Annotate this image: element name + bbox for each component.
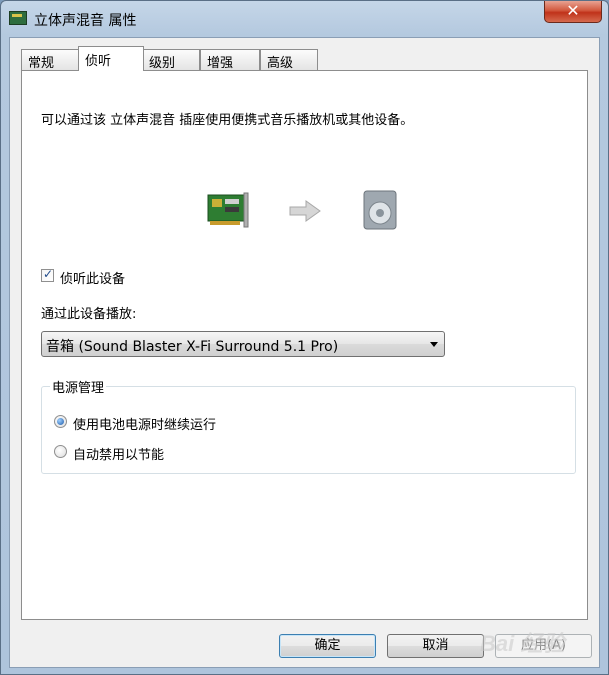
sound-card-image-icon — [207, 192, 249, 228]
apply-button[interactable]: 应用(A) — [495, 634, 592, 658]
dropdown-arrow-icon[interactable] — [430, 342, 438, 347]
playback-device-value: 音箱 (Sound Blaster X-Fi Surround 5.1 Pro) — [46, 339, 339, 355]
title-bar[interactable]: 立体声混音 属性 ✕ — [1, 1, 608, 37]
window-title: 立体声混音 属性 — [34, 13, 137, 29]
listen-description: 可以通过该 立体声混音 插座使用便携式音乐播放机或其他设备。 — [41, 113, 414, 128]
tab-general[interactable]: 常规 — [21, 49, 80, 71]
cancel-button[interactable]: 取消 — [387, 634, 484, 658]
dialog-client-area: 常规 侦听 级别 增强 高级 可以通过该 立体声混音 插座使用便携式音乐播放机或… — [9, 37, 600, 668]
speaker-icon — [363, 190, 397, 230]
tab-enhancements[interactable]: 增强 — [200, 49, 260, 71]
sound-card-icon — [9, 11, 27, 25]
listen-tab-panel: 可以通过该 立体声混音 插座使用便携式音乐播放机或其他设备。 ✓ 侦听此设备 通… — [21, 70, 588, 620]
radio-continue-on-battery-label[interactable]: 使用电池电源时继续运行 — [73, 414, 216, 433]
playback-device-select[interactable]: 音箱 (Sound Blaster X-Fi Surround 5.1 Pro) — [41, 331, 445, 357]
arrow-right-icon — [289, 200, 321, 222]
ok-button[interactable]: 确定 — [279, 634, 376, 658]
tab-advanced[interactable]: 高级 — [260, 49, 318, 71]
close-button[interactable]: ✕ — [544, 1, 602, 23]
playback-device-label: 通过此设备播放: — [41, 307, 137, 322]
device-routing-graphic — [207, 190, 397, 230]
radio-continue-on-battery[interactable] — [54, 415, 67, 428]
tab-levels[interactable]: 级别 — [142, 49, 200, 71]
power-management-group: 电源管理 使用电池电源时继续运行 自动禁用以节能 — [41, 377, 576, 474]
radio-auto-disable[interactable] — [54, 445, 67, 458]
radio-auto-disable-label[interactable]: 自动禁用以节能 — [73, 444, 164, 463]
properties-window: 立体声混音 属性 ✕ 常规 侦听 级别 增强 高级 可以通过该 立体声混音 插座… — [0, 0, 609, 675]
tab-listen[interactable]: 侦听 — [78, 46, 144, 71]
listen-checkbox[interactable] — [41, 267, 54, 282]
power-management-title: 电源管理 — [50, 377, 107, 396]
listen-checkbox-label[interactable]: 侦听此设备 — [60, 268, 125, 287]
